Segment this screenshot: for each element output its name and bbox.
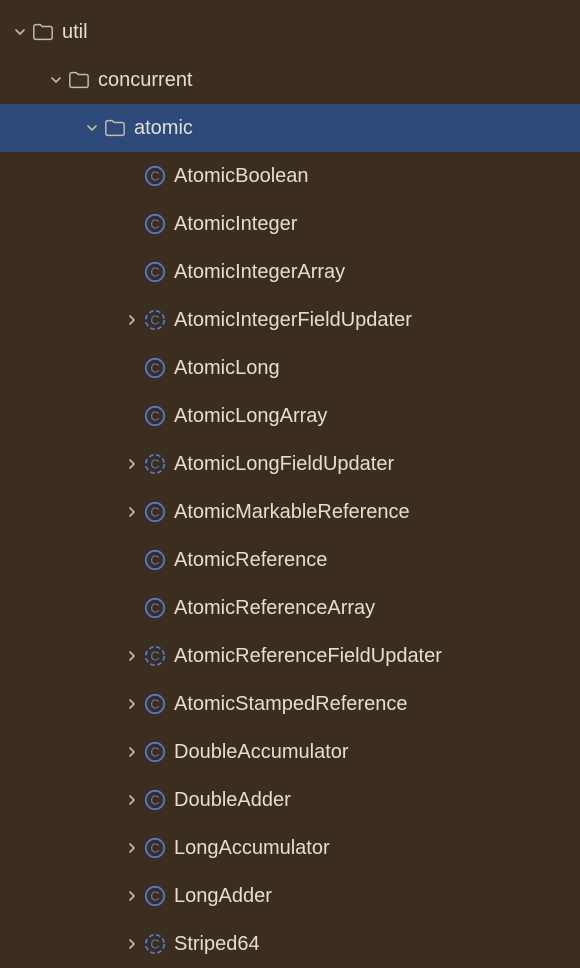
tree-label: concurrent	[98, 69, 193, 92]
svg-text:C: C	[150, 265, 159, 280]
svg-text:C: C	[150, 601, 159, 616]
tree-row-class[interactable]: C AtomicLong	[0, 344, 580, 392]
tree-row-class[interactable]: C LongAdder	[0, 872, 580, 920]
svg-text:C: C	[150, 505, 159, 520]
class-icon: C	[144, 837, 166, 859]
tree-row-atomic[interactable]: atomic	[0, 104, 580, 152]
folder-icon	[104, 117, 126, 139]
tree-label: Striped64	[174, 933, 260, 956]
chevron-right-icon[interactable]	[124, 792, 140, 808]
tree-label: AtomicReference	[174, 549, 327, 572]
tree-row-util[interactable]: util	[0, 8, 580, 56]
tree-row-class[interactable]: C AtomicReferenceFieldUpdater	[0, 632, 580, 680]
tree-row-class[interactable]: C AtomicLongFieldUpdater	[0, 440, 580, 488]
abstract-class-icon: C	[144, 933, 166, 955]
class-icon: C	[144, 405, 166, 427]
chevron-right-icon[interactable]	[124, 888, 140, 904]
chevron-down-icon[interactable]	[48, 72, 64, 88]
tree-row-class[interactable]: C Striped64	[0, 920, 580, 968]
svg-text:C: C	[150, 745, 159, 760]
tree-label: AtomicReferenceFieldUpdater	[174, 645, 442, 668]
chevron-right-icon[interactable]	[124, 504, 140, 520]
tree-row-class[interactable]: C AtomicInteger	[0, 200, 580, 248]
class-icon: C	[144, 213, 166, 235]
tree-label: LongAccumulator	[174, 837, 330, 860]
svg-text:C: C	[150, 937, 159, 952]
tree-label: AtomicLongFieldUpdater	[174, 453, 394, 476]
tree-label: AtomicInteger	[174, 213, 297, 236]
tree-row-class[interactable]: C AtomicStampedReference	[0, 680, 580, 728]
tree-label: AtomicBoolean	[174, 165, 309, 188]
tree-row-class[interactable]: C AtomicIntegerArray	[0, 248, 580, 296]
tree-row-class[interactable]: C AtomicReference	[0, 536, 580, 584]
abstract-class-icon: C	[144, 453, 166, 475]
svg-text:C: C	[150, 649, 159, 664]
tree-row-class[interactable]: C AtomicIntegerFieldUpdater	[0, 296, 580, 344]
abstract-class-icon: C	[144, 645, 166, 667]
chevron-down-icon[interactable]	[84, 120, 100, 136]
tree-row-class[interactable]: C LongAccumulator	[0, 824, 580, 872]
tree-row-class[interactable]: C DoubleAdder	[0, 776, 580, 824]
folder-icon	[68, 69, 90, 91]
chevron-right-icon[interactable]	[124, 840, 140, 856]
tree-label: DoubleAccumulator	[174, 741, 349, 764]
tree-label: util	[62, 21, 88, 44]
class-icon: C	[144, 357, 166, 379]
chevron-right-icon[interactable]	[124, 456, 140, 472]
tree-label: AtomicLong	[174, 357, 280, 380]
svg-text:C: C	[150, 553, 159, 568]
class-icon: C	[144, 261, 166, 283]
class-icon: C	[144, 789, 166, 811]
tree-row-class[interactable]: C DoubleAccumulator	[0, 728, 580, 776]
svg-text:C: C	[150, 889, 159, 904]
svg-text:C: C	[150, 169, 159, 184]
class-icon: C	[144, 597, 166, 619]
abstract-class-icon: C	[144, 309, 166, 331]
chevron-right-icon[interactable]	[124, 744, 140, 760]
chevron-down-icon[interactable]	[12, 24, 28, 40]
tree-row-class[interactable]: C AtomicLongArray	[0, 392, 580, 440]
chevron-right-icon[interactable]	[124, 696, 140, 712]
class-icon: C	[144, 693, 166, 715]
tree-row-class[interactable]: C AtomicBoolean	[0, 152, 580, 200]
tree-row-concurrent[interactable]: concurrent	[0, 56, 580, 104]
svg-text:C: C	[150, 841, 159, 856]
tree-label: AtomicReferenceArray	[174, 597, 375, 620]
tree-row-class[interactable]: C AtomicReferenceArray	[0, 584, 580, 632]
class-icon: C	[144, 165, 166, 187]
svg-text:C: C	[150, 361, 159, 376]
tree-label: AtomicIntegerFieldUpdater	[174, 309, 412, 332]
chevron-right-icon[interactable]	[124, 312, 140, 328]
class-icon: C	[144, 885, 166, 907]
tree-label: LongAdder	[174, 885, 272, 908]
chevron-right-icon[interactable]	[124, 648, 140, 664]
class-icon: C	[144, 549, 166, 571]
tree-label: AtomicLongArray	[174, 405, 327, 428]
tree-label: DoubleAdder	[174, 789, 291, 812]
svg-text:C: C	[150, 217, 159, 232]
svg-text:C: C	[150, 793, 159, 808]
svg-text:C: C	[150, 457, 159, 472]
svg-text:C: C	[150, 313, 159, 328]
tree-label: atomic	[134, 117, 193, 140]
class-icon: C	[144, 741, 166, 763]
tree-label: AtomicMarkableReference	[174, 501, 410, 524]
svg-text:C: C	[150, 697, 159, 712]
tree-row-class[interactable]: C AtomicMarkableReference	[0, 488, 580, 536]
class-icon: C	[144, 501, 166, 523]
svg-text:C: C	[150, 409, 159, 424]
folder-icon	[32, 21, 54, 43]
tree-label: AtomicStampedReference	[174, 693, 407, 716]
chevron-right-icon[interactable]	[124, 936, 140, 952]
tree-label: AtomicIntegerArray	[174, 261, 345, 284]
